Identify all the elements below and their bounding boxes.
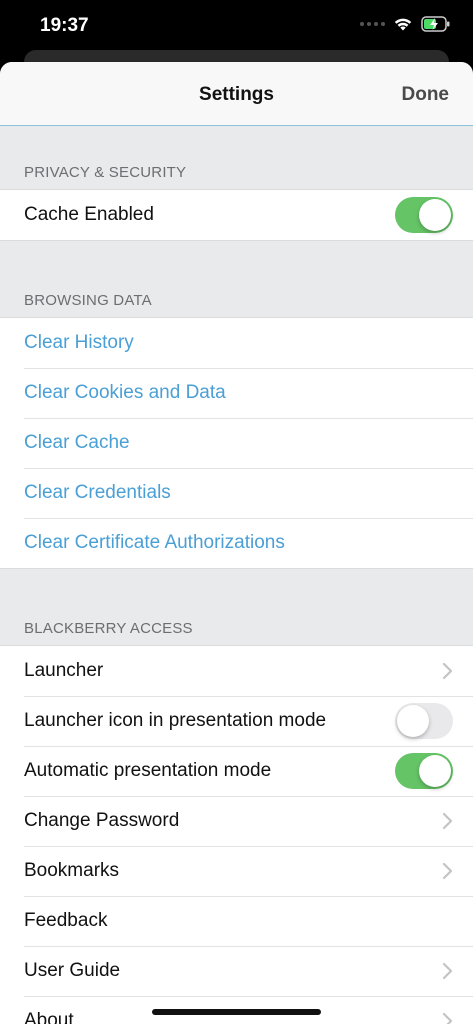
chevron-right-icon bbox=[442, 812, 453, 830]
clear-credentials-row[interactable]: Clear Credentials bbox=[0, 468, 473, 518]
clear-cache-row[interactable]: Clear Cache bbox=[0, 418, 473, 468]
chevron-right-icon bbox=[442, 662, 453, 680]
clear-certificate-authorizations-row[interactable]: Clear Certificate Authorizations bbox=[0, 518, 473, 568]
clear-history-row[interactable]: Clear History bbox=[0, 318, 473, 368]
toggle-knob bbox=[397, 705, 429, 737]
toggle-knob bbox=[419, 755, 451, 787]
change-password-label: Change Password bbox=[24, 810, 180, 831]
settings-sheet: Settings Done PRIVACY & SECURITY Cache E… bbox=[0, 62, 473, 1024]
chevron-right-icon bbox=[442, 962, 453, 980]
user-guide-label: User Guide bbox=[24, 960, 121, 981]
cellular-signal-icon bbox=[360, 22, 385, 26]
clear-certificate-authorizations-label: Clear Certificate Authorizations bbox=[24, 532, 285, 553]
status-time: 19:37 bbox=[40, 15, 89, 36]
done-button[interactable]: Done bbox=[402, 84, 450, 106]
chevron-right-icon bbox=[442, 1012, 453, 1024]
bookmarks-row[interactable]: Bookmarks bbox=[0, 846, 473, 896]
section-header-privacy: PRIVACY & SECURITY bbox=[24, 164, 187, 181]
launcher-icon-presentation-row: Launcher icon in presentation mode bbox=[0, 696, 473, 746]
status-icons bbox=[360, 16, 451, 32]
launcher-row[interactable]: Launcher bbox=[0, 646, 473, 696]
home-indicator[interactable] bbox=[152, 1009, 321, 1015]
status-bar: 19:37 bbox=[0, 0, 473, 52]
section-header-browsing: BROWSING DATA bbox=[24, 292, 152, 309]
cache-enabled-label: Cache Enabled bbox=[24, 204, 154, 225]
feedback-row[interactable]: Feedback bbox=[0, 896, 473, 946]
clear-cookies-row[interactable]: Clear Cookies and Data bbox=[0, 368, 473, 418]
automatic-presentation-toggle[interactable] bbox=[395, 753, 453, 789]
access-group: Launcher Launcher icon in presentation m… bbox=[0, 645, 473, 1024]
bookmarks-label: Bookmarks bbox=[24, 860, 120, 881]
automatic-presentation-row: Automatic presentation mode bbox=[0, 746, 473, 796]
clear-cache-label: Clear Cache bbox=[24, 432, 130, 453]
automatic-presentation-label: Automatic presentation mode bbox=[24, 760, 272, 781]
launcher-label: Launcher bbox=[24, 660, 104, 681]
clear-cookies-label: Clear Cookies and Data bbox=[24, 382, 226, 403]
battery-charging-icon bbox=[421, 16, 450, 32]
privacy-group: Cache Enabled bbox=[0, 189, 473, 241]
launcher-icon-presentation-toggle[interactable] bbox=[395, 703, 453, 739]
clear-history-label: Clear History bbox=[24, 332, 134, 353]
launcher-icon-presentation-label: Launcher icon in presentation mode bbox=[24, 710, 327, 731]
change-password-row[interactable]: Change Password bbox=[0, 796, 473, 846]
wifi-icon bbox=[394, 18, 412, 31]
navigation-bar: Settings Done bbox=[0, 62, 473, 126]
cache-enabled-toggle[interactable] bbox=[395, 197, 453, 233]
toggle-knob bbox=[419, 199, 451, 231]
chevron-right-icon bbox=[442, 862, 453, 880]
clear-credentials-label: Clear Credentials bbox=[24, 482, 171, 503]
cache-enabled-row: Cache Enabled bbox=[0, 190, 473, 240]
browsing-group: Clear History Clear Cookies and Data Cle… bbox=[0, 317, 473, 569]
section-header-access: BLACKBERRY ACCESS bbox=[24, 620, 193, 637]
user-guide-row[interactable]: User Guide bbox=[0, 946, 473, 996]
feedback-label: Feedback bbox=[24, 910, 108, 931]
